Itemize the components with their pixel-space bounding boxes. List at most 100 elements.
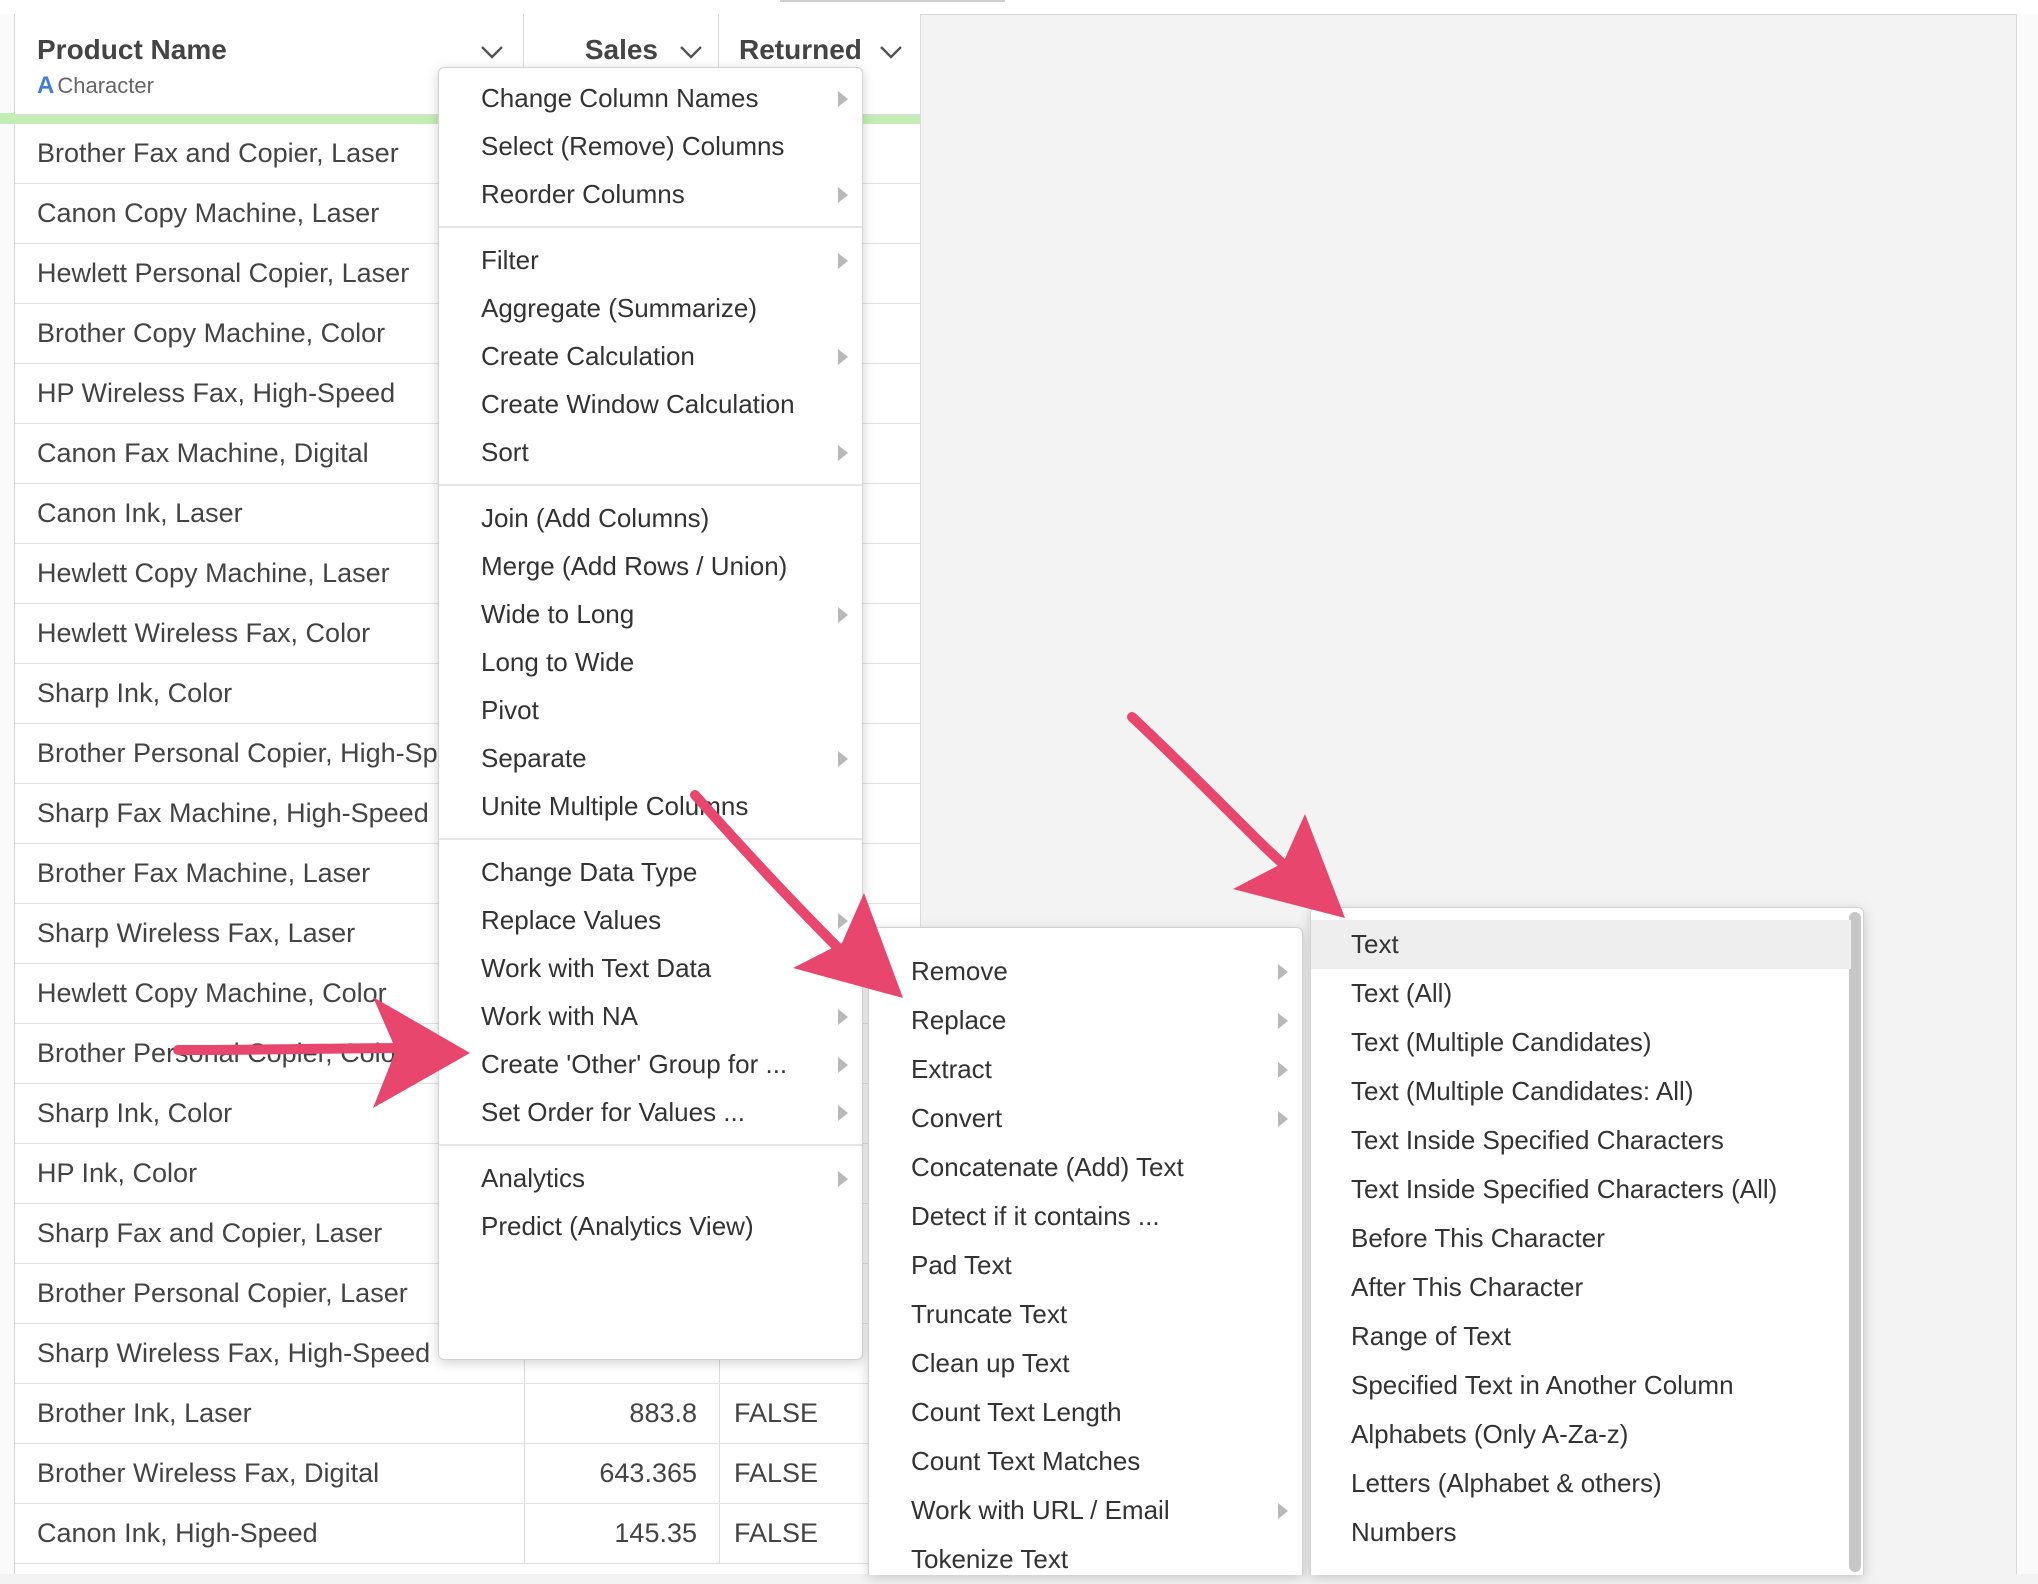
submenu-arrow-icon: [838, 961, 848, 977]
table-row[interactable]: Brother Ink, Laser 883.8 FALSE: [15, 1384, 920, 1444]
product-name-cell[interactable]: Sharp Fax and Copier, Laser: [37, 1204, 505, 1263]
table-row[interactable]: Canon Ink, High-Speed 145.35 FALSE: [15, 1504, 920, 1564]
menu-item-wide-to-long[interactable]: Wide to Long: [439, 590, 862, 639]
menu-separator: [439, 838, 862, 840]
sales-cell[interactable]: 643.365: [524, 1444, 697, 1503]
menu-item-change-column-names[interactable]: Change Column Names: [439, 74, 862, 123]
product-name-cell[interactable]: Hewlett Copy Machine, Color: [37, 964, 505, 1023]
product-name-cell[interactable]: Sharp Fax Machine, High-Speed: [37, 784, 505, 843]
menu-item-long-to-wide[interactable]: Long to Wide: [439, 638, 862, 687]
chevron-down-icon[interactable]: [878, 42, 904, 62]
menu-item-remove[interactable]: Remove: [869, 947, 1302, 996]
product-name-cell[interactable]: Brother Personal Copier, Laser: [37, 1264, 505, 1323]
menu-item-text-multiple-candidates[interactable]: Text (Multiple Candidates): [1311, 1018, 1851, 1067]
menu-item-create-calculation[interactable]: Create Calculation: [439, 332, 862, 381]
menu-item-label: Merge (Add Rows / Union): [481, 551, 788, 581]
menu-item-set-order-for-values[interactable]: Set Order for Values ...: [439, 1088, 862, 1137]
right-scrollbar[interactable]: [2016, 14, 2038, 1574]
menu-item-concatenate-add-text[interactable]: Concatenate (Add) Text: [869, 1143, 1302, 1192]
menu-item-detect-if-it-contains[interactable]: Detect if it contains ...: [869, 1192, 1302, 1241]
menu-item-convert[interactable]: Convert: [869, 1094, 1302, 1143]
product-name-cell[interactable]: Hewlett Wireless Fax, Color: [37, 604, 505, 663]
menu-item-merge-add-rows-union[interactable]: Merge (Add Rows / Union): [439, 542, 862, 591]
sales-cell[interactable]: 145.35: [524, 1504, 697, 1563]
menu-item-pivot[interactable]: Pivot: [439, 686, 862, 735]
menu-item-count-text-matches[interactable]: Count Text Matches: [869, 1437, 1302, 1486]
product-name-cell[interactable]: Brother Copy Machine, Color: [37, 304, 505, 363]
menu-item-unite-multiple-columns[interactable]: Unite Multiple Columns: [439, 782, 862, 831]
column-name: Returned: [739, 34, 862, 65]
menu-item-label: Create Calculation: [481, 341, 695, 371]
menu-item-specified-text-in-another-column[interactable]: Specified Text in Another Column: [1311, 1361, 1851, 1410]
menu-item-work-with-url-email[interactable]: Work with URL / Email: [869, 1486, 1302, 1535]
menu-item-clean-up-text[interactable]: Clean up Text: [869, 1339, 1302, 1388]
menu-item-text-inside-specified-characters[interactable]: Text Inside Specified Characters: [1311, 1116, 1851, 1165]
product-name-cell[interactable]: Brother Personal Copier, Color: [37, 1024, 505, 1083]
product-name-cell[interactable]: Sharp Wireless Fax, Laser: [37, 904, 505, 963]
product-name-cell[interactable]: Sharp Ink, Color: [37, 1084, 505, 1143]
product-name-cell[interactable]: Brother Ink, Laser: [37, 1384, 505, 1443]
menu-item-analytics[interactable]: Analytics: [439, 1154, 862, 1203]
product-name-cell[interactable]: Canon Ink, Laser: [37, 484, 505, 543]
product-name-cell[interactable]: Hewlett Personal Copier, Laser: [37, 244, 505, 303]
product-name-cell[interactable]: Brother Wireless Fax, Digital: [37, 1444, 505, 1503]
menu-item-tokenize-text[interactable]: Tokenize Text: [869, 1535, 1302, 1584]
menu-item-text-inside-specified-characters-all[interactable]: Text Inside Specified Characters (All): [1311, 1165, 1851, 1214]
chevron-down-icon[interactable]: [678, 42, 704, 62]
submenu-arrow-icon: [838, 1057, 848, 1073]
arrow-to-text: [1127, 712, 1345, 918]
menu-item-separate[interactable]: Separate: [439, 734, 862, 783]
menu-item-letters-alphabet-others[interactable]: Letters (Alphabet & others): [1311, 1459, 1851, 1508]
product-name-cell[interactable]: Canon Ink, High-Speed: [37, 1504, 505, 1563]
chevron-down-icon[interactable]: [479, 42, 505, 62]
menu-item-after-this-character[interactable]: After This Character: [1311, 1263, 1851, 1312]
menu-item-numbers[interactable]: Numbers: [1311, 1508, 1851, 1557]
menu-item-text-all[interactable]: Text (All): [1311, 969, 1851, 1018]
product-name-cell[interactable]: Canon Fax Machine, Digital: [37, 424, 505, 483]
menu-item-join-add-columns[interactable]: Join (Add Columns): [439, 494, 862, 543]
menu-item-extract[interactable]: Extract: [869, 1045, 1302, 1094]
menu-item-select-remove-columns[interactable]: Select (Remove) Columns: [439, 122, 862, 171]
product-name-cell[interactable]: Canon Copy Machine, Laser: [37, 184, 505, 243]
menu-item-range-of-text[interactable]: Range of Text: [1311, 1312, 1851, 1361]
menu-item-change-data-type[interactable]: Change Data Type: [439, 848, 862, 897]
product-name-cell[interactable]: Sharp Ink, Color: [37, 664, 505, 723]
menu-item-create-window-calculation[interactable]: Create Window Calculation: [439, 380, 862, 429]
product-name-cell[interactable]: Brother Fax Machine, Laser: [37, 844, 505, 903]
product-name-cell[interactable]: Sharp Wireless Fax, High-Speed: [37, 1324, 505, 1383]
menu-item-aggregate-summarize[interactable]: Aggregate (Summarize): [439, 284, 862, 333]
menu-item-count-text-length[interactable]: Count Text Length: [869, 1388, 1302, 1437]
table-row[interactable]: Brother Wireless Fax, Digital 643.365 FALS…: [15, 1444, 920, 1504]
menu-item-sort[interactable]: Sort: [439, 428, 862, 477]
top-toolbar-strip: [0, 0, 2038, 15]
product-name-cell[interactable]: HP Wireless Fax, High-Speed: [37, 364, 505, 423]
menu-item-truncate-text[interactable]: Truncate Text: [869, 1290, 1302, 1339]
menu-item-text[interactable]: Text: [1311, 920, 1851, 969]
menu-item-predict-analytics-view[interactable]: Predict (Analytics View): [439, 1202, 862, 1251]
menu-item-alphabets-only-a-za-z[interactable]: Alphabets (Only A-Za-z): [1311, 1410, 1851, 1459]
menu-separator: [439, 226, 862, 228]
menu-item-pad-text[interactable]: Pad Text: [869, 1241, 1302, 1290]
menu-item-label: After This Character: [1351, 1272, 1584, 1302]
menu-item-replace-values[interactable]: Replace Values: [439, 896, 862, 945]
menu-item-label: Work with Text Data: [481, 953, 712, 983]
menu-item-work-with-na[interactable]: Work with NA: [439, 992, 862, 1041]
product-name-cell[interactable]: HP Ink, Color: [37, 1144, 505, 1203]
menu-item-reorder-columns[interactable]: Reorder Columns: [439, 170, 862, 219]
product-name-cell[interactable]: Brother Fax and Copier, Laser: [37, 124, 505, 183]
submenu-arrow-icon: [838, 253, 848, 269]
menu-item-label: Analytics: [481, 1163, 586, 1193]
menu-item-work-with-text-data[interactable]: Work with Text Data: [439, 944, 862, 993]
menu-item-filter[interactable]: Filter: [439, 236, 862, 285]
menu-item-label: Select (Remove) Columns: [481, 131, 785, 161]
sales-cell[interactable]: 883.8: [524, 1384, 697, 1443]
menu-item-replace[interactable]: Replace: [869, 996, 1302, 1045]
menu-item-text-multiple-candidates-all[interactable]: Text (Multiple Candidates: All): [1311, 1067, 1851, 1116]
product-name-cell[interactable]: Hewlett Copy Machine, Laser: [37, 544, 505, 603]
menu-item-label: Predict (Analytics View): [481, 1211, 754, 1241]
menu-item-create-other-group-for[interactable]: Create 'Other' Group for ...: [439, 1040, 862, 1089]
menu-item-label: Text (All): [1351, 978, 1453, 1008]
product-name-cell[interactable]: Brother Personal Copier, High-Speed: [37, 724, 505, 783]
submenu-arrow-icon: [1278, 964, 1288, 980]
menu-item-before-this-character[interactable]: Before This Character: [1311, 1214, 1851, 1263]
